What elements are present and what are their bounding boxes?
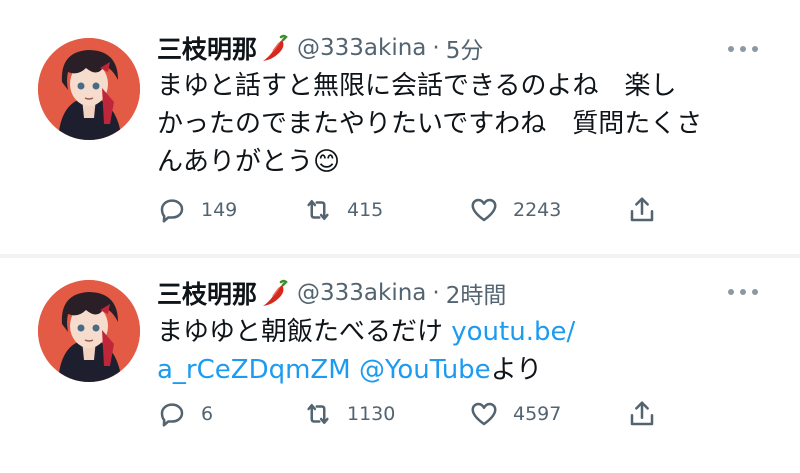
tweet-actions: 149 415 2243	[157, 190, 677, 230]
retweet-count: 1130	[347, 403, 396, 425]
share-icon	[630, 401, 654, 426]
retweet-button[interactable]: 1130	[303, 394, 395, 434]
text-suffix: より	[490, 355, 543, 385]
heart-icon	[471, 402, 497, 426]
mention-link[interactable]: @YouTube	[359, 355, 491, 385]
retweet-icon	[307, 200, 329, 220]
text-line: んありがとう	[157, 147, 314, 177]
url-link-continued[interactable]: a_rCeZDqmZM	[157, 355, 351, 385]
tweet-header: 三枝明那 @333akina · 2時間	[157, 275, 506, 311]
separator-dot: ·	[432, 280, 440, 306]
author-handle[interactable]: @333akina	[297, 35, 426, 61]
timestamp[interactable]: 5分	[446, 31, 484, 65]
separator-dot: ·	[432, 35, 440, 61]
tweet[interactable]: 三枝明那 @333akina · 5分 まゆと話すと無限に会話できるのよね 楽し…	[0, 0, 800, 254]
heart-icon	[471, 198, 497, 222]
retweet-count: 415	[347, 199, 384, 221]
tweet-actions: 6 1130 4597	[157, 394, 677, 434]
avatar[interactable]	[38, 280, 140, 382]
like-count: 2243	[513, 199, 562, 221]
text-line: かったのでまたやりたいですわね 質問たくさ	[157, 109, 703, 139]
share-button[interactable]	[627, 190, 657, 230]
like-button[interactable]: 4597	[469, 394, 561, 434]
tweet-header: 三枝明那 @333akina · 5分	[157, 30, 483, 66]
author-handle[interactable]: @333akina	[297, 280, 426, 306]
reply-button[interactable]: 149	[157, 190, 237, 230]
reply-icon	[160, 403, 184, 427]
url-link[interactable]: youtu.be/	[451, 317, 575, 347]
tweet-text: まゆゆと朝飯たべるだけ youtu.be/ a_rCeZDqmZM @YouTu…	[157, 313, 757, 389]
timestamp[interactable]: 2時間	[446, 276, 507, 310]
share-icon	[630, 197, 654, 222]
avatar[interactable]	[38, 38, 140, 140]
text-line: まゆゆと朝飯たべるだけ	[157, 317, 452, 347]
smiling-face-emoji: 😊	[313, 147, 341, 177]
reply-button[interactable]: 6	[157, 394, 213, 434]
reply-count: 6	[201, 403, 214, 425]
chili-pepper-icon	[259, 277, 291, 309]
reply-count: 149	[201, 199, 238, 221]
chili-pepper-icon	[259, 32, 291, 64]
author-name[interactable]: 三枝明那	[157, 30, 257, 66]
reply-icon	[160, 199, 184, 223]
tweet-text: まゆと話すと無限に会話できるのよね 楽し かったのでまたやりたいですわね 質問た…	[157, 67, 757, 181]
text-line: まゆと話すと無限に会話できるのよね 楽し	[157, 71, 677, 101]
more-icon[interactable]	[728, 43, 758, 55]
share-button[interactable]	[627, 394, 657, 434]
retweet-button[interactable]: 415	[303, 190, 383, 230]
like-button[interactable]: 2243	[469, 190, 561, 230]
more-icon[interactable]	[728, 286, 758, 298]
like-count: 4597	[513, 403, 562, 425]
retweet-icon	[307, 404, 329, 424]
tweet[interactable]: 三枝明那 @333akina · 2時間 まゆゆと朝飯たべるだけ youtu.b…	[0, 258, 800, 473]
author-name[interactable]: 三枝明那	[157, 275, 257, 311]
